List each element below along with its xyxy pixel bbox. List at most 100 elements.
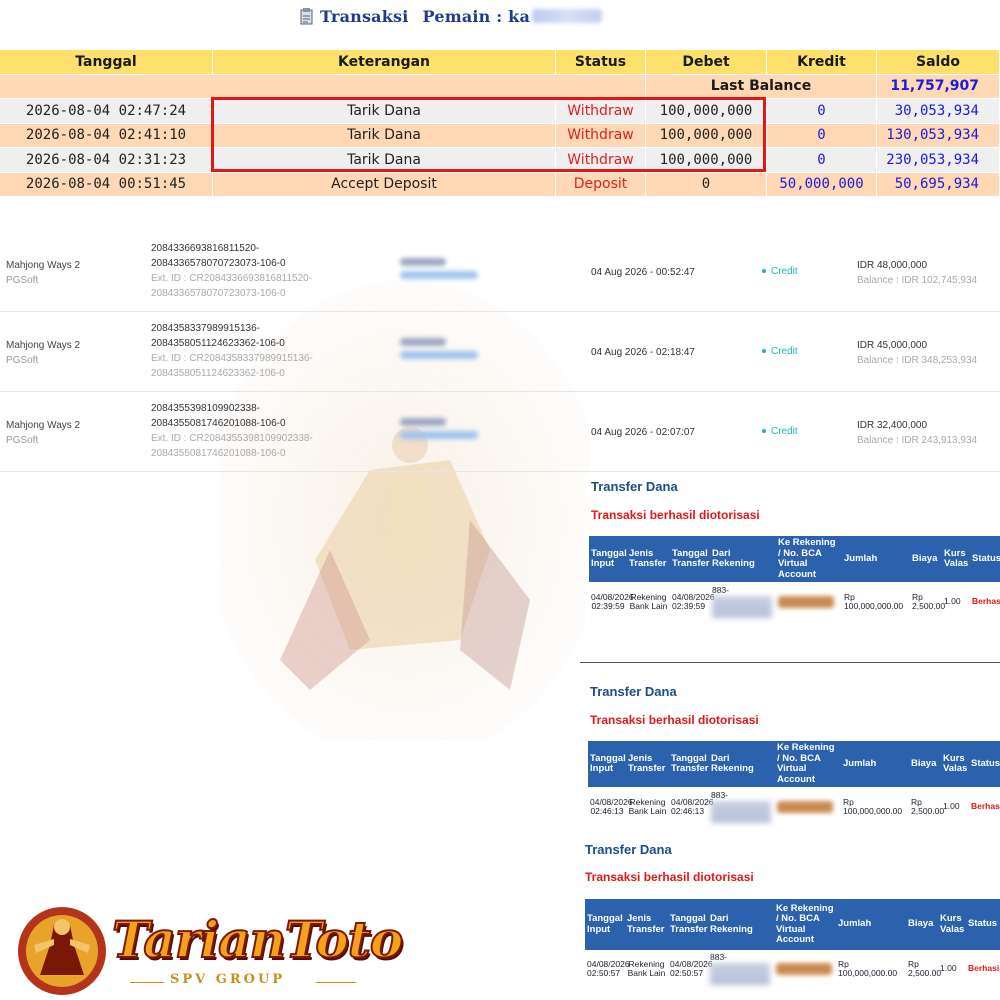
transaction-amount: IDR 32,400,000 [857, 420, 928, 431]
brand-tagline: SPV GROUP [170, 972, 286, 987]
page-title: Transaksi Pemain : ka [300, 4, 603, 28]
ext-id: Ext. ID : CR2084336693816811520- [151, 273, 313, 284]
list-item[interactable]: Mahjong Ways 2 PGSoft 208435833798991513… [0, 312, 1000, 392]
ext-id: Ext. ID : CR2084358337989915136- [151, 353, 313, 364]
transfer-title: Transfer Dana [591, 479, 678, 494]
col-status[interactable]: Status [556, 50, 646, 74]
transfer-panel: Transfer Dana Transaksi berhasil diotori… [585, 474, 1000, 659]
row-saldo: 130,053,934 [877, 123, 1000, 147]
game-provider: PGSoft [6, 435, 39, 446]
list-item[interactable]: Mahjong Ways 2 PGSoft 208433669381681152… [0, 232, 1000, 312]
row-tanggal: 2026-08-04 00:51:45 [0, 172, 213, 196]
screenshot-root: Transaksi Pemain : ka Tanggal Keterangan… [0, 0, 1000, 1000]
transfer-table-row[interactable]: 04/08/2026 02:46:13 Rekening Bank Lain 04/… [588, 789, 1000, 825]
row-saldo: 30,053,934 [877, 99, 1000, 123]
transfer-table-row[interactable]: 04/08/2026 02:39:59 Rekening Bank Lain 04/… [589, 584, 1000, 620]
transaction-balance: Balance : IDR 102,745,934 [857, 275, 978, 286]
transaction-balance: Balance : IDR 243,913,934 [857, 435, 978, 446]
blurred-account [711, 800, 771, 823]
dot-icon [762, 429, 766, 434]
transaction-balance: Balance : IDR 348,253,934 [857, 355, 978, 366]
last-balance-label: Last Balance [646, 74, 877, 98]
dot-icon [762, 269, 766, 274]
blurred-user [400, 338, 480, 366]
transfer-table-header: Tanggal Input Jenis Transfer Tanggal Tra… [588, 741, 1000, 787]
divider [316, 982, 356, 983]
title-prefix: Transaksi [320, 6, 409, 26]
transaction-id: 2084336693816811520- [151, 243, 260, 254]
blurred-destination [778, 596, 834, 608]
row-tanggal: 2026-08-04 02:47:24 [0, 99, 213, 123]
title-player-label: Pemain : ka [422, 6, 531, 26]
blurred-destination [777, 801, 833, 813]
row-debet: 0 [646, 172, 767, 196]
highlight-box [211, 97, 766, 172]
col-debet[interactable]: Debet [646, 50, 767, 74]
transfer-title: Transfer Dana [590, 684, 677, 699]
transaction-id: 2084358337989915136- [151, 323, 260, 334]
ext-id-cont: 2084355081746201088-106-0 [151, 448, 286, 459]
dancer-logo-icon [18, 907, 106, 995]
row-kredit: 0 [767, 123, 877, 147]
transaction-id-cont: 2084336578070723073-106-0 [151, 258, 286, 269]
blurred-user [400, 418, 480, 446]
divider [130, 982, 164, 983]
ledger-header-row: Tanggal Keterangan Status Debet Kredit S… [0, 50, 1000, 75]
divider [580, 662, 1000, 663]
transaction-id-cont: 2084358051124623362-106-0 [151, 338, 285, 349]
ledger-row[interactable]: 2026-08-04 00:51:45 Accept Deposit Depos… [0, 172, 1000, 197]
transaction-date: 04 Aug 2026 - 02:07:07 [591, 427, 695, 438]
game-name: Mahjong Ways 2 [6, 260, 81, 271]
row-saldo: 50,695,934 [877, 172, 1000, 196]
transfer-title: Transfer Dana [585, 842, 672, 857]
transaction-amount: IDR 48,000,000 [857, 260, 928, 271]
transaction-type: Credit [762, 346, 798, 357]
col-saldo[interactable]: Saldo [877, 50, 1000, 74]
row-tanggal: 2026-08-04 02:31:23 [0, 148, 213, 172]
transfer-status-message: Transaksi berhasil diotorisasi [591, 508, 760, 522]
blurred-destination [776, 963, 832, 975]
ext-id-cont: 2084358051124623362-106-0 [151, 368, 285, 379]
dot-icon [762, 349, 766, 354]
game-provider: PGSoft [6, 275, 39, 286]
game-name: Mahjong Ways 2 [6, 420, 81, 431]
col-tanggal[interactable]: Tanggal [0, 50, 213, 74]
transaction-id-cont: 2084355081746201088-106-0 [151, 418, 286, 429]
transaction-type: Credit [762, 426, 798, 437]
last-balance-value: 11,757,907 [877, 74, 1000, 98]
col-keterangan[interactable]: Keterangan [213, 50, 556, 74]
transaction-date: 04 Aug 2026 - 00:52:47 [591, 267, 695, 278]
row-kredit: 0 [767, 148, 877, 172]
blurred-account [712, 595, 772, 618]
transfer-panel: Transfer Dana Transaksi berhasil diotori… [584, 678, 1000, 833]
row-tanggal: 2026-08-04 02:41:10 [0, 123, 213, 147]
transfer-table-header: Tanggal Input Jenis Transfer Tanggal Tra… [589, 536, 1000, 582]
list-item[interactable]: Mahjong Ways 2 PGSoft 208435539810990233… [0, 392, 1000, 472]
transaction-type: Credit [762, 266, 798, 277]
row-status: Deposit [556, 172, 646, 196]
last-balance-row: Last Balance 11,757,907 [0, 74, 1000, 99]
game-transactions-list: Mahjong Ways 2 PGSoft 208433669381681152… [0, 232, 1000, 472]
ext-id: Ext. ID : CR2084355398109902338- [151, 433, 313, 444]
blurred-player-name [532, 9, 603, 23]
row-kredit: 50,000,000 [767, 172, 877, 196]
transfer-panel: Transfer Dana Transaksi berhasil diotori… [580, 836, 1000, 986]
document-icon [300, 7, 314, 25]
blurred-account [710, 962, 770, 985]
ext-id-cont: 2084336578070723073-106-0 [151, 288, 286, 299]
transfer-table-row[interactable]: 04/08/2026 02:50:57 Rekening Bank Lain 04/… [585, 952, 1000, 986]
blurred-user [400, 258, 480, 286]
transfer-table-header: Tanggal Input Jenis Transfer Tanggal Tra… [585, 899, 1000, 950]
row-kredit: 0 [767, 99, 877, 123]
col-kredit[interactable]: Kredit [767, 50, 877, 74]
transaction-id: 2084355398109902338- [151, 403, 260, 414]
transfer-status-message: Transaksi berhasil diotorisasi [585, 870, 754, 884]
game-provider: PGSoft [6, 355, 39, 366]
transaction-amount: IDR 45,000,000 [857, 340, 928, 351]
transfer-status-message: Transaksi berhasil diotorisasi [590, 713, 759, 727]
brand-logo: TarianToto [111, 909, 404, 970]
row-keterangan: Accept Deposit [213, 172, 556, 196]
transaction-date: 04 Aug 2026 - 02:18:47 [591, 347, 695, 358]
game-name: Mahjong Ways 2 [6, 340, 81, 351]
row-saldo: 230,053,934 [877, 148, 1000, 172]
